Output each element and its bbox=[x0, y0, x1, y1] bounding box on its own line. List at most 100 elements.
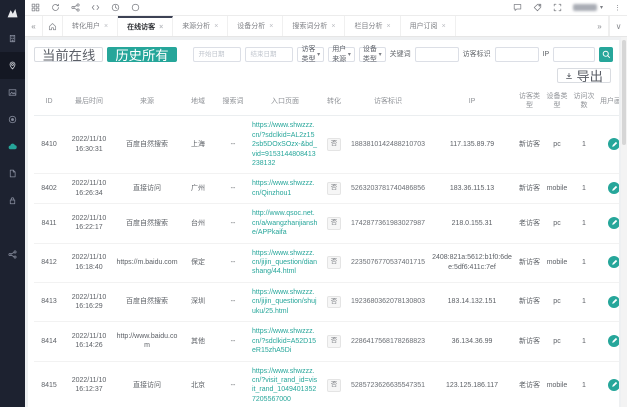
kebab-menu-icon[interactable]: ⋮ bbox=[614, 4, 621, 12]
tag-icon[interactable] bbox=[533, 3, 542, 12]
tab-item-0[interactable]: 转化用户× bbox=[63, 16, 118, 36]
cell-last-time: 2022/11/10 16:18:40 bbox=[64, 243, 114, 282]
cell-visitor-type: 老访客 bbox=[516, 204, 543, 243]
cell-source: 百度自然搜索 bbox=[114, 204, 180, 243]
chevron-down-icon: ▾ bbox=[379, 51, 382, 58]
tab-close-icon[interactable]: × bbox=[104, 23, 108, 30]
chevron-down-icon: ▾ bbox=[600, 4, 603, 11]
table-row[interactable]: 8414 2022/11/10 16:14:26 http://www.baid… bbox=[34, 322, 619, 361]
table-row[interactable]: 8415 2022/11/10 16:12:37 直接访问 北京 -- http… bbox=[34, 361, 619, 407]
code-icon[interactable] bbox=[91, 3, 100, 12]
table-row[interactable]: 8413 2022/11/10 16:16:29 百度自然搜索 深圳 -- ht… bbox=[34, 282, 619, 321]
status-circle-icon[interactable] bbox=[131, 3, 140, 12]
chat-bubble-icon[interactable] bbox=[513, 3, 522, 12]
user-profile-edit-button[interactable] bbox=[608, 256, 619, 268]
vertical-scrollbar[interactable] bbox=[621, 37, 627, 407]
entry-page-link[interactable]: https://www.shwzzz.cn/?sdclkid=A52D15eR1… bbox=[252, 327, 318, 355]
cell-ip: 218.0.155.31 bbox=[428, 204, 516, 243]
grid-icon[interactable] bbox=[31, 3, 40, 12]
cell-source: 百度自然搜索 bbox=[114, 282, 180, 321]
user-profile-edit-button[interactable] bbox=[608, 296, 619, 308]
tab-item-1[interactable]: 在线访客× bbox=[118, 16, 173, 36]
column-header: 来源 bbox=[114, 87, 180, 116]
search-button[interactable] bbox=[599, 47, 613, 62]
sidebar-item-5[interactable] bbox=[0, 160, 25, 187]
ip-input[interactable] bbox=[553, 47, 595, 62]
cell-user-profile bbox=[597, 361, 619, 407]
chevron-down-icon: ▾ bbox=[317, 51, 320, 58]
sidebar-item-0[interactable] bbox=[0, 25, 25, 52]
tab-label: 用户订阅 bbox=[410, 21, 438, 31]
fullscreen-icon[interactable] bbox=[553, 3, 562, 12]
converted-badge: 否 bbox=[327, 335, 342, 348]
entry-page-link[interactable]: http://www.qsoc.net.cn/a/wangzhanjianshe… bbox=[252, 209, 318, 237]
user-profile-edit-button[interactable] bbox=[608, 379, 619, 391]
cell-region: 保定 bbox=[180, 243, 216, 282]
export-button[interactable]: 导出 bbox=[557, 68, 611, 83]
tab-item-3[interactable]: 设备分析 × bbox=[228, 16, 283, 36]
cell-visit-count: 1 bbox=[571, 174, 597, 204]
tab-close-icon[interactable]: × bbox=[269, 23, 273, 30]
tab-item-6[interactable]: 用户订阅 × bbox=[401, 16, 456, 36]
sidebar-item-1[interactable] bbox=[0, 52, 25, 79]
visitor-type-select[interactable]: 访客类型 ▾ bbox=[297, 47, 324, 62]
sidebar-item-2[interactable] bbox=[0, 79, 25, 106]
tab-close-icon[interactable]: × bbox=[386, 23, 390, 30]
cell-converted: 否 bbox=[320, 361, 348, 407]
device-type-select[interactable]: 设备类型 ▾ bbox=[359, 47, 386, 62]
current-online-button[interactable]: 当前在线 bbox=[34, 47, 103, 62]
converted-badge: 否 bbox=[327, 256, 342, 269]
tab-close-icon[interactable]: × bbox=[331, 23, 335, 30]
history-clock-icon[interactable] bbox=[111, 3, 120, 12]
table-row[interactable]: 8410 2022/11/10 16:30:31 百度自然搜索 上海 -- ht… bbox=[34, 116, 619, 174]
keyword-input[interactable] bbox=[415, 47, 459, 62]
entry-page-link[interactable]: https://www.shwzzz.cn/jijin_question/shu… bbox=[252, 288, 318, 316]
tab-close-icon[interactable]: × bbox=[214, 23, 218, 30]
user-profile-edit-button[interactable] bbox=[608, 335, 619, 347]
search-icon bbox=[602, 50, 611, 59]
entry-page-link[interactable]: https://www.shwzzz.cn/?visit_rand_id=vis… bbox=[252, 367, 318, 405]
refresh-icon[interactable] bbox=[51, 3, 60, 12]
cell-device-type: pc bbox=[543, 282, 571, 321]
user-menu[interactable]: ▾ bbox=[573, 4, 603, 11]
cell-source: 百度自然搜索 bbox=[114, 116, 180, 174]
table-row[interactable]: 8412 2022/11/10 16:18:40 https://m.baidu… bbox=[34, 243, 619, 282]
scrollbar-thumb[interactable] bbox=[622, 40, 626, 145]
share-nodes-icon[interactable] bbox=[71, 3, 80, 12]
lock-icon bbox=[8, 196, 17, 205]
cell-id: 8413 bbox=[34, 282, 64, 321]
entry-page-link[interactable]: https://www.shwzzz.cn/?sdclkid=AL2z152sb… bbox=[252, 121, 318, 168]
tab-item-5[interactable]: 栏目分析× bbox=[345, 16, 400, 36]
user-source-select[interactable]: 用户来源 ▾ bbox=[328, 47, 355, 62]
tabs-overflow-icon[interactable]: » bbox=[591, 16, 609, 36]
history-all-button[interactable]: 历史所有 bbox=[107, 47, 176, 62]
table-row[interactable]: 8402 2022/11/10 16:26:34 直接访问 广州 -- http… bbox=[34, 174, 619, 204]
cell-user-profile bbox=[597, 243, 619, 282]
tab-item-4[interactable]: 搜索词分析× bbox=[283, 16, 345, 36]
home-icon[interactable] bbox=[43, 16, 63, 36]
sidebar-item-3[interactable] bbox=[0, 106, 25, 133]
entry-page-link[interactable]: https://www.shwzzz.cn/Qinzhou1 bbox=[252, 179, 318, 198]
tab-item-2[interactable]: 来源分析× bbox=[173, 16, 228, 36]
entry-page-link[interactable]: https://www.shwzzz.cn/jijin_question/dia… bbox=[252, 249, 318, 277]
sidebar-item-8[interactable] bbox=[0, 241, 25, 268]
user-profile-edit-button[interactable] bbox=[608, 217, 619, 229]
tab-close-icon[interactable]: × bbox=[442, 23, 446, 30]
tab-label: 设备分析 bbox=[237, 21, 265, 31]
tabs-dropdown-icon[interactable]: ∨ bbox=[609, 16, 627, 36]
collapse-sidebar-icon[interactable]: « bbox=[25, 16, 43, 36]
visitor-id-input[interactable] bbox=[495, 47, 539, 62]
sidebar-item-7[interactable] bbox=[0, 214, 25, 241]
table-row[interactable]: 8411 2022/11/10 16:22:17 百度自然搜索 台州 -- ht… bbox=[34, 204, 619, 243]
end-date-input[interactable] bbox=[245, 47, 293, 62]
cell-region: 台州 bbox=[180, 204, 216, 243]
tab-close-icon[interactable]: × bbox=[159, 24, 163, 31]
sidebar-item-4[interactable] bbox=[0, 133, 25, 160]
sidebar-item-6[interactable] bbox=[0, 187, 25, 214]
cell-search-keyword: -- bbox=[216, 282, 250, 321]
table-actions: 导出 bbox=[34, 63, 613, 87]
cell-user-profile bbox=[597, 322, 619, 361]
user-profile-edit-button[interactable] bbox=[608, 138, 619, 150]
user-profile-edit-button[interactable] bbox=[608, 182, 619, 194]
start-date-input[interactable] bbox=[193, 47, 241, 62]
